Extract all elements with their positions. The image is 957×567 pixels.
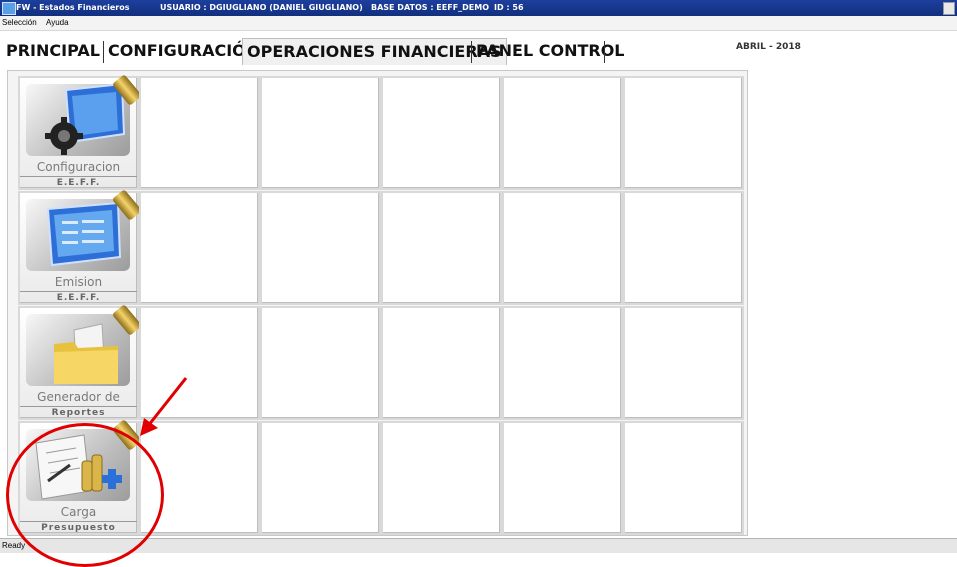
annotation-arrow-icon	[140, 377, 188, 436]
